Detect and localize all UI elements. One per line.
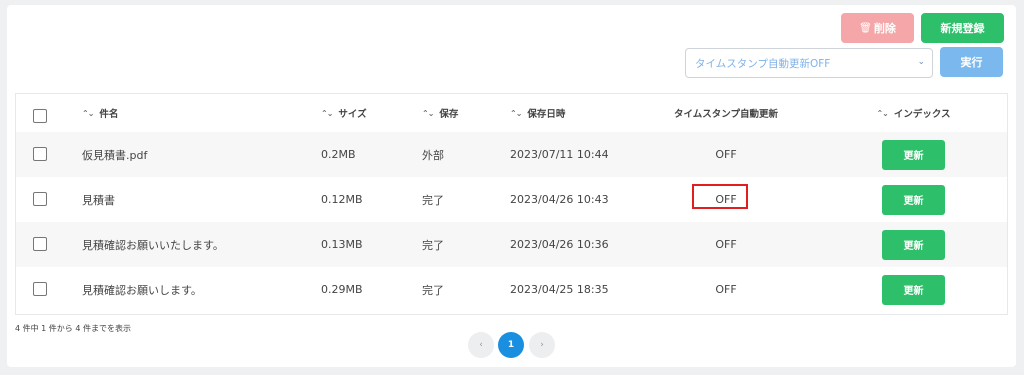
update-button[interactable]: 更新: [882, 229, 945, 260]
table-header-row: ⌃⌄ 件名 ⌃⌄ サイズ ⌃⌄ 保存 ⌃⌄ 保存日時 タイムスタンプ自動更新 ⌃…: [16, 94, 1007, 132]
row-name[interactable]: 見積確認お願いします。: [82, 267, 202, 312]
header-index-label: インデックス: [893, 109, 951, 120]
row-name[interactable]: 仮見積書.pdf: [82, 132, 147, 177]
row-timestamp: OFF: [715, 148, 737, 161]
new-register-button[interactable]: 新規登録: [921, 13, 1004, 43]
row-checkbox[interactable]: [33, 147, 47, 161]
file-list-card: 🗑 削除 新規登録 タイムスタンプ自動更新OFF ⌄ 実行 ⌃⌄ 件名 ⌃⌄ サ…: [7, 5, 1016, 367]
row-name[interactable]: 見積確認お願いいたします。: [82, 222, 224, 267]
row-size: 0.12MB: [321, 193, 363, 206]
row-timestamp: OFF: [715, 238, 737, 251]
row-date: 2023/07/11 10:44: [510, 148, 609, 161]
chevron-down-icon: ⌄: [917, 57, 925, 67]
update-button[interactable]: 更新: [882, 274, 945, 305]
pagination-prev[interactable]: ‹: [468, 332, 494, 358]
timestamp-mode-select[interactable]: タイムスタンプ自動更新OFF ⌄: [685, 48, 933, 78]
row-date: 2023/04/26 10:43: [510, 193, 609, 206]
row-size: 0.29MB: [321, 283, 363, 296]
delete-button[interactable]: 🗑 削除: [841, 13, 914, 43]
row-timestamp: OFF: [715, 283, 737, 296]
table-row: 見積確認お願いいたします。 0.13MB 完了 2023/04/26 10:36…: [16, 222, 1007, 267]
row-checkbox[interactable]: [33, 192, 47, 206]
header-name[interactable]: ⌃⌄ 件名: [82, 94, 118, 132]
sort-icon: ⌃⌄: [422, 108, 434, 118]
row-date: 2023/04/25 18:35: [510, 283, 609, 296]
row-index-cell: 更新: [856, 267, 971, 312]
pagination-page-1[interactable]: 1: [498, 332, 524, 358]
highlight-box: [692, 184, 748, 209]
row-index-cell: 更新: [856, 222, 971, 267]
header-date[interactable]: ⌃⌄ 保存日時: [510, 94, 565, 132]
table-row: 仮見積書.pdf 0.2MB 外部 2023/07/11 10:44 OFF 更…: [16, 132, 1007, 177]
update-button[interactable]: 更新: [882, 184, 945, 215]
row-name[interactable]: 見積書: [82, 177, 115, 222]
update-button[interactable]: 更新: [882, 139, 945, 170]
sort-icon: ⌃⌄: [321, 108, 333, 118]
row-size: 0.13MB: [321, 238, 363, 251]
row-index-cell: 更新: [856, 177, 971, 222]
sort-icon: ⌃⌄: [510, 108, 522, 118]
header-store-label: 保存: [439, 109, 459, 120]
row-store: 外部: [422, 148, 444, 162]
select-value: タイムスタンプ自動更新OFF: [695, 57, 831, 70]
table-row: 見積確認お願いします。 0.29MB 完了 2023/04/25 18:35 O…: [16, 267, 1007, 312]
delete-label: 削除: [873, 22, 896, 35]
sort-icon: ⌃⌄: [876, 108, 888, 118]
header-timestamp: タイムスタンプ自動更新: [656, 94, 796, 132]
run-button[interactable]: 実行: [940, 47, 1003, 77]
sort-icon: ⌃⌄: [82, 108, 94, 118]
trash-icon: 🗑: [859, 22, 872, 34]
header-size-label: サイズ: [338, 109, 367, 120]
row-checkbox[interactable]: [33, 237, 47, 251]
row-store: 完了: [422, 238, 444, 252]
pagination-next[interactable]: ›: [529, 332, 555, 358]
header-size[interactable]: ⌃⌄ サイズ: [321, 94, 367, 132]
row-store: 完了: [422, 193, 444, 207]
header-name-label: 件名: [99, 109, 119, 120]
select-all-checkbox[interactable]: [33, 109, 47, 123]
header-date-label: 保存日時: [527, 109, 566, 120]
file-table: ⌃⌄ 件名 ⌃⌄ サイズ ⌃⌄ 保存 ⌃⌄ 保存日時 タイムスタンプ自動更新 ⌃…: [15, 93, 1008, 315]
row-size: 0.2MB: [321, 148, 356, 161]
row-index-cell: 更新: [856, 132, 971, 177]
header-store[interactable]: ⌃⌄ 保存: [422, 94, 458, 132]
table-row: 見積書 0.12MB 完了 2023/04/26 10:43 OFF 更新: [16, 177, 1007, 222]
row-date: 2023/04/26 10:36: [510, 238, 609, 251]
row-store: 完了: [422, 283, 444, 297]
header-index[interactable]: ⌃⌄ インデックス: [856, 94, 971, 132]
row-checkbox[interactable]: [33, 282, 47, 296]
result-summary: 4 件中 1 件から 4 件までを表示: [15, 324, 131, 333]
header-timestamp-label: タイムスタンプ自動更新: [673, 109, 779, 120]
